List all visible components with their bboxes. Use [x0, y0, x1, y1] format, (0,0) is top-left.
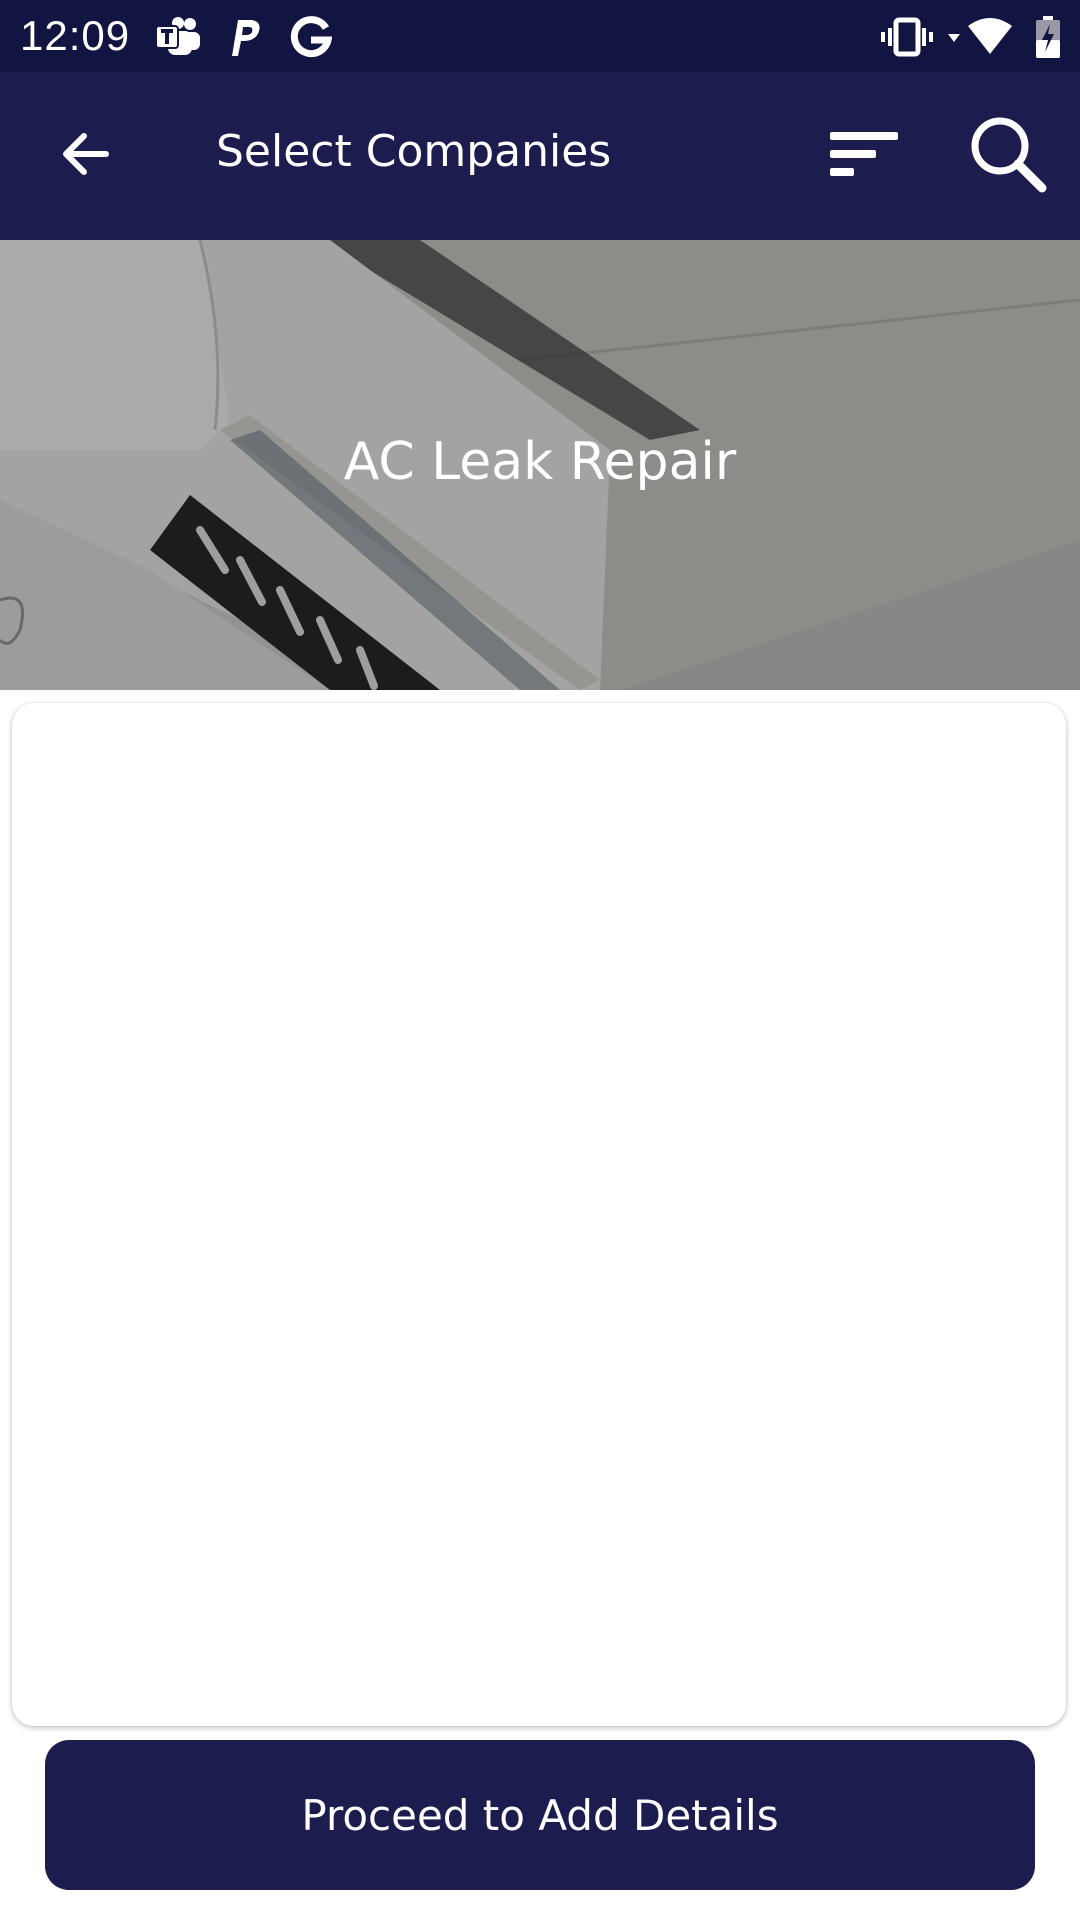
teams-icon: [155, 16, 202, 58]
battery-charging-icon: [1034, 16, 1062, 58]
paypal-icon: [228, 16, 262, 58]
service-banner: AC Leak Repair: [0, 240, 1080, 690]
app-bar: Select Companies: [0, 72, 1080, 240]
service-title: AC Leak Repair: [343, 432, 737, 492]
wifi-icon: [946, 16, 1018, 58]
companies-list-card: [12, 703, 1066, 1726]
search-icon: [966, 112, 1050, 200]
arrow-back-icon: [56, 126, 112, 186]
page-title: Select Companies: [216, 126, 612, 177]
sort-filter-icon: [828, 128, 900, 184]
google-icon: [290, 16, 333, 58]
search-button[interactable]: [960, 108, 1056, 204]
status-bar: 12:09: [0, 0, 1080, 72]
status-time: 12:09: [20, 12, 131, 59]
back-button[interactable]: [36, 108, 132, 204]
proceed-button[interactable]: Proceed to Add Details: [45, 1740, 1035, 1890]
vibrate-icon: [880, 16, 934, 58]
sort-filter-button[interactable]: [816, 108, 912, 204]
